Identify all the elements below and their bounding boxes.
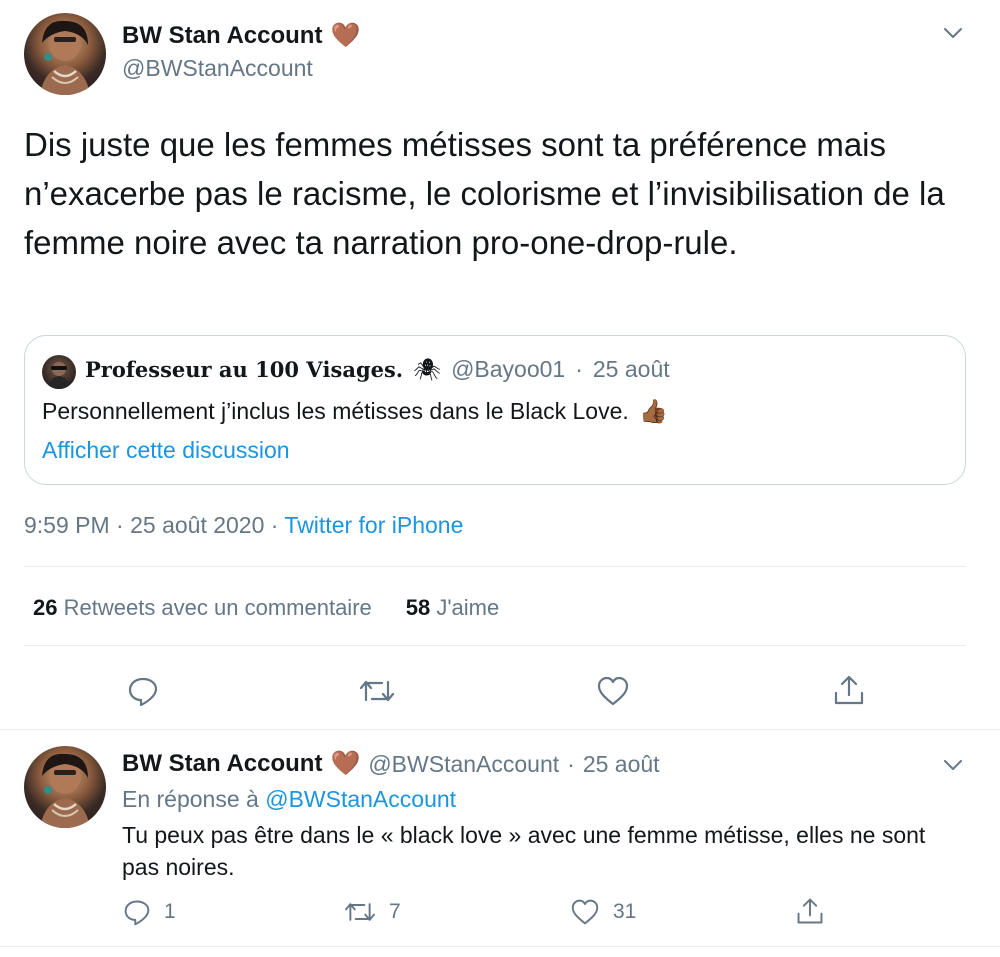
likes-count: 58 — [405, 595, 431, 620]
quoted-handle[interactable]: @Bayoo01 — [451, 356, 565, 383]
retweets-stat[interactable]: 26 Retweets avec un commentaire — [33, 595, 372, 621]
like-icon — [571, 899, 599, 925]
tweet-header: BW Stan Account 🤎 — [122, 22, 360, 50]
quoted-display-name[interactable]: 𝐏𝐫𝐨𝐟𝐞𝐬𝐬𝐞𝐮𝐫 𝐚𝐮 𝟏𝟎𝟎 𝐕𝐢𝐬𝐚𝐠𝐞𝐬. — [85, 357, 403, 382]
retweets-label: Retweets avec un commentaire — [63, 595, 372, 620]
divider — [24, 645, 966, 646]
reply-icon — [124, 900, 150, 926]
show-thread-link[interactable]: Afficher cette discussion — [42, 437, 290, 464]
spider-icon: 🕷 — [413, 356, 442, 382]
quoted-text-body: Personnellement j’inclus les métisses da… — [42, 398, 629, 424]
reply-text: Tu peux pas être dans le « black love » … — [122, 822, 926, 880]
replying-to: En réponse à @BWStanAccount — [122, 786, 456, 813]
user-handle[interactable]: @BWStanAccount — [122, 55, 313, 82]
retweet-icon — [345, 903, 375, 921]
retweet-count: 7 — [389, 900, 401, 923]
heart-emoji-icon: 🤎 — [330, 22, 361, 49]
replying-to-label: En réponse à — [122, 786, 266, 812]
retweet-icon[interactable] — [358, 675, 396, 712]
like-icon[interactable] — [596, 675, 630, 712]
display-name[interactable]: BW Stan Account — [122, 22, 322, 50]
divider — [24, 566, 966, 567]
share-icon[interactable] — [832, 673, 866, 712]
retweet-action[interactable]: 7 — [343, 898, 401, 926]
heart-emoji-icon: 🤎 — [330, 750, 361, 777]
reply-avatar[interactable] — [24, 746, 106, 828]
like-action[interactable]: 31 — [569, 898, 636, 926]
reply-date[interactable]: 25 août — [583, 751, 660, 778]
share-icon[interactable] — [795, 896, 825, 931]
retweets-count: 26 — [33, 595, 58, 620]
more-options-chevron-down-icon[interactable] — [943, 758, 963, 777]
quoted-text: Personnellement j’inclus les métisses da… — [42, 398, 668, 425]
thumbs-up-icon: 👍🏾 — [639, 398, 668, 424]
quoted-tweet-card[interactable]: 𝐏𝐫𝐨𝐟𝐞𝐬𝐬𝐞𝐮𝐫 𝐚𝐮 𝟏𝟎𝟎 𝐕𝐢𝐬𝐚𝐠𝐞𝐬. 🕷 @Bayoo01 · … — [24, 335, 966, 485]
likes-stat[interactable]: 58 J'aime — [406, 595, 500, 621]
reply-display-name[interactable]: BW Stan Account — [122, 750, 322, 778]
separator-dot: · — [567, 750, 575, 777]
avatar[interactable] — [24, 13, 106, 95]
more-options-chevron-down-icon[interactable] — [943, 26, 963, 45]
tweet-timestamp[interactable]: 9:59 PM · 25 août 2020 · — [24, 512, 284, 538]
tweet-source-link[interactable]: Twitter for iPhone — [284, 512, 463, 538]
divider — [0, 946, 1000, 947]
likes-label: J'aime — [436, 595, 500, 620]
quoted-avatar[interactable] — [42, 355, 76, 389]
tweet-stats: 26 Retweets avec un commentaire 58 J'aim… — [33, 595, 499, 621]
reply-action[interactable]: 1 — [122, 898, 176, 926]
reply-icon[interactable] — [127, 675, 159, 712]
separator-dot: · — [575, 356, 583, 382]
tweet-text: Dis juste que les femmes métisses sont t… — [24, 126, 945, 261]
divider — [0, 729, 1000, 730]
quoted-date[interactable]: 25 août — [593, 356, 670, 383]
tweet-timestamp-row: 9:59 PM · 25 août 2020 · Twitter for iPh… — [24, 512, 463, 539]
reply-handle[interactable]: @BWStanAccount — [368, 751, 559, 778]
quoted-header: 𝐏𝐫𝐨𝐟𝐞𝐬𝐬𝐞𝐮𝐫 𝐚𝐮 𝟏𝟎𝟎 𝐕𝐢𝐬𝐚𝐠𝐞𝐬. 🕷 @Bayoo01 · … — [85, 356, 670, 383]
reply-count: 1 — [164, 900, 176, 923]
like-count: 31 — [613, 900, 637, 923]
replying-to-handle[interactable]: @BWStanAccount — [265, 786, 456, 812]
reply-header: BW Stan Account 🤎 @BWStanAccount · 25 ao… — [122, 750, 660, 778]
